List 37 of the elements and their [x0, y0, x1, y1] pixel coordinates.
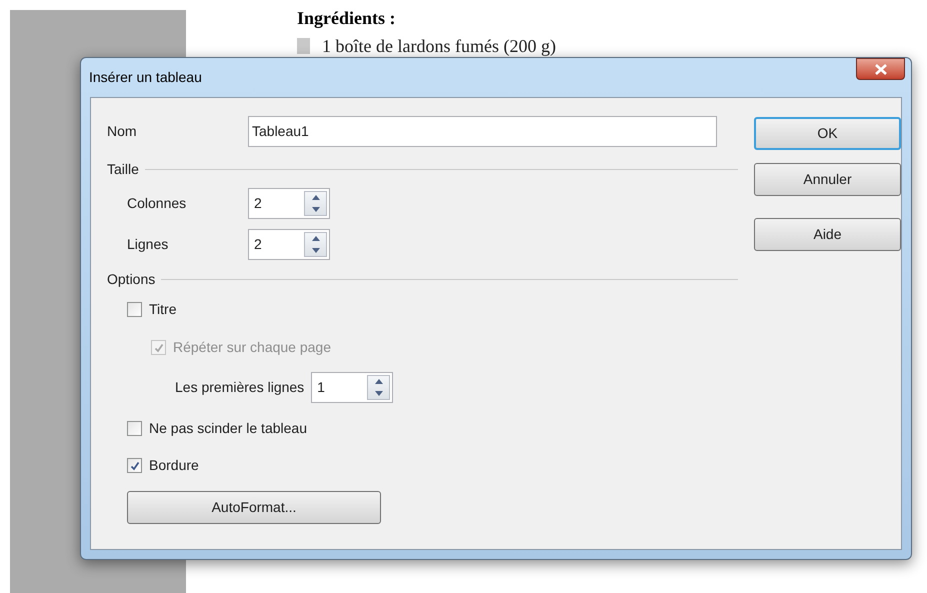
checkbox-label: Titre [149, 300, 176, 319]
spin-field[interactable]: 1 [311, 372, 394, 403]
close-icon [874, 64, 886, 74]
up-arrow-icon [312, 236, 320, 242]
spin-buttons[interactable] [367, 375, 390, 400]
down-arrow-icon [374, 390, 383, 396]
dialog-button[interactable]: Aide [754, 218, 901, 251]
dialog-button[interactable]: OK [754, 117, 901, 150]
down-arrow-icon [312, 206, 320, 212]
checkbox-label: Ne pas scinder le tableau [149, 419, 307, 438]
spin-buttons[interactable] [304, 232, 327, 257]
up-arrow-icon [312, 195, 320, 200]
field-label: Colonnes [127, 194, 188, 213]
spin-field[interactable]: 2 [248, 229, 330, 260]
field-label: Lignes [127, 235, 170, 254]
spin-buttons[interactable] [304, 191, 327, 216]
document-heading: Ingrédients : [297, 8, 396, 28]
dialog-button[interactable]: Annuler [754, 163, 901, 196]
window-title: Insérer un tableau [89, 68, 202, 87]
down-arrow-icon [312, 248, 320, 253]
name-input-field[interactable]: Tableau1 [248, 116, 717, 147]
checkbox[interactable] [127, 421, 142, 436]
list-item-text: 1 boîte de lardons fumés (200 g) [322, 36, 556, 56]
checkbox-label: Bordure [149, 456, 199, 475]
section-heading: Options [107, 270, 156, 289]
list-bullet [297, 38, 310, 54]
section-heading: Taille [107, 160, 139, 179]
checkbox-label: Répéter sur chaque page [173, 338, 331, 357]
checkbox[interactable] [127, 458, 142, 473]
check-icon [130, 460, 140, 470]
autoformat-button[interactable]: AutoFormat... [127, 491, 381, 524]
checkbox[interactable] [127, 302, 142, 317]
field-label: Nom [107, 122, 138, 141]
field-label: Les premières lignes [175, 378, 304, 397]
spin-field[interactable]: 2 [248, 188, 330, 219]
up-arrow-icon [374, 379, 383, 384]
close-button[interactable] [856, 58, 905, 80]
